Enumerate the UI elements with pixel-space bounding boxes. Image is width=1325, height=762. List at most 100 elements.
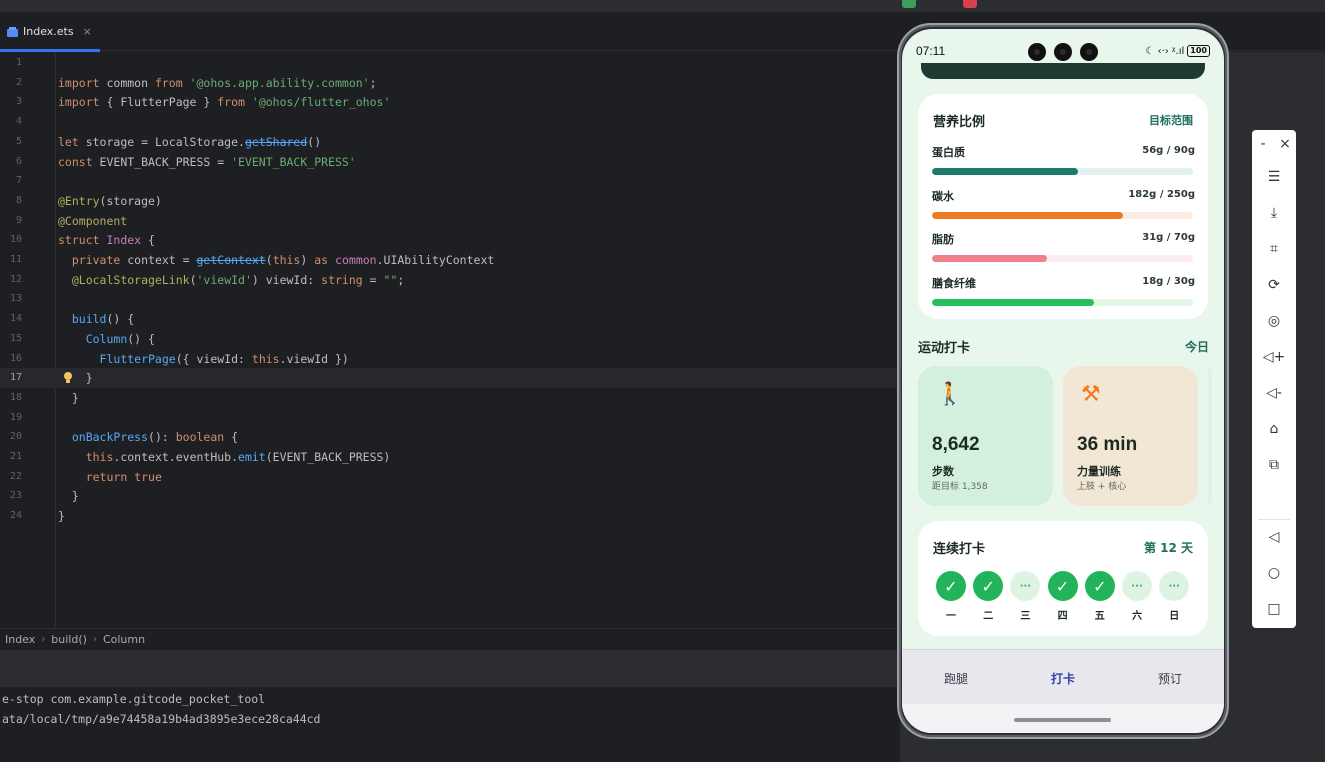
code-text: } (58, 509, 65, 524)
code-line[interactable]: 15 Column() { (0, 329, 900, 349)
code-line[interactable]: 14 build() { (0, 309, 900, 329)
line-number: 8 (15, 194, 22, 206)
line-number: 23 (9, 490, 22, 502)
code-line[interactable]: 2 import common from '@ohos.app.ability.c… (0, 73, 900, 93)
code-line[interactable]: 20 onBackPress(): boolean { (0, 427, 900, 447)
volume-down-icon[interactable]: ◁- (1252, 382, 1296, 404)
menu-icon[interactable]: ☰ (1252, 166, 1296, 188)
code-editor[interactable]: 1 2 import common from '@ohos.app.ability.… (0, 52, 900, 628)
breadcrumb-item[interactable]: build() (51, 633, 87, 646)
nav-item[interactable]: 打卡 (1051, 670, 1075, 687)
code-line[interactable]: 21 this.context.eventHub.emit(EVENT_BACK… (0, 447, 900, 467)
code-line[interactable]: 18 } (0, 388, 900, 408)
code-line[interactable]: 1 (0, 53, 900, 73)
code-line[interactable]: 17 } (0, 368, 900, 389)
line-number: 15 (9, 332, 22, 344)
code-line[interactable]: 4 (0, 112, 900, 132)
exercise-card[interactable]: ⚒ 36 min 力量训练 上肢 + 核心 (1063, 366, 1198, 506)
nutrient-progress-bar (932, 255, 1193, 262)
code-line[interactable]: 11 private context = getContext(this) as… (0, 250, 900, 270)
breadcrumb-item[interactable]: Index (5, 633, 35, 646)
code-line[interactable]: 6 const EVENT_BACK_PRESS = 'EVENT_BACK_PR… (0, 152, 900, 172)
screenshot-off-icon[interactable]: ⤓ (1252, 202, 1296, 224)
volume-up-icon[interactable]: ◁+ (1252, 346, 1296, 368)
code-line[interactable]: 3 import { FlutterPage } from '@ohos/flut… (0, 92, 900, 112)
nutrient-progress-fill (932, 255, 1047, 262)
stop-icon[interactable] (963, 0, 977, 8)
minimize-button[interactable]: - (1252, 133, 1274, 155)
line-number: 4 (15, 116, 22, 128)
close-icon[interactable]: × (1274, 133, 1296, 155)
nutrient-label: 脂肪 (932, 233, 954, 246)
code-line[interactable]: 23 } (0, 486, 900, 506)
breadcrumb-item[interactable]: Column (103, 633, 145, 646)
emulator-toolbar: - × ☰ ⤓ ⌗ ⟳ ◎ ◁+ ◁- ⌂ ⧉ ◁ ○ □ (1252, 130, 1296, 628)
crop-icon[interactable]: ⌗ (1252, 238, 1296, 260)
exercise-subtitle: 距目标 1,358 (932, 482, 988, 492)
run-status-icon[interactable] (902, 0, 916, 8)
code-text: build() { (71, 312, 135, 327)
multi-device-icon[interactable]: ⧉ (1252, 454, 1296, 476)
line-number: 1 (15, 57, 22, 68)
code-line[interactable]: 8 @Entry(storage) (0, 191, 900, 211)
record-icon[interactable]: ◎ (1252, 310, 1296, 332)
shake-icon[interactable]: ⌂ (1252, 418, 1296, 440)
tab-close-icon[interactable]: × (83, 25, 92, 38)
line-number: 7 (15, 175, 22, 187)
exercise-subtitle: 上肢 + 核心 (1077, 482, 1127, 492)
exercise-card[interactable]: 🚶 8,642 步数 距目标 1,358 (918, 366, 1053, 506)
code-line[interactable]: 10 struct Index { (0, 230, 900, 250)
nutrition-title: 营养比例 (933, 115, 986, 130)
signal-icons: ☾ ‹·› ᵡ.ıl (1145, 45, 1185, 57)
run-console[interactable]: e-stop com.example.gitcode_pocket_tool a… (0, 688, 900, 762)
line-number: 16 (9, 352, 22, 364)
code-line[interactable]: 13 (0, 289, 900, 309)
code-line[interactable]: 19 (0, 408, 900, 428)
nutrient-progress-bar (932, 168, 1193, 175)
check-icon[interactable]: ✓ (936, 571, 966, 601)
previous-card-edge (921, 63, 1205, 79)
line-number: 24 (9, 510, 22, 522)
today-link[interactable]: 今日 (1185, 338, 1209, 355)
exercise-label: 步数 (932, 465, 954, 478)
check-icon[interactable]: ✓ (1084, 571, 1115, 601)
nav-item[interactable]: 预订 (1158, 670, 1182, 687)
code-line[interactable]: 9 @Component (0, 211, 900, 231)
code-line[interactable]: 7 (0, 171, 900, 191)
phone-screen[interactable]: 07:11 ☾ ‹·› ᵡ.ıl 100 营养比例 目标范围 运动打卡 今日 连… (902, 29, 1224, 733)
pending-icon[interactable]: ··· (1159, 571, 1190, 601)
streak-title: 连续打卡 (933, 542, 986, 557)
code-line[interactable]: 16 FlutterPage({ viewId: this.viewId }) (0, 349, 900, 369)
nav-item[interactable]: 跑腿 (944, 670, 968, 687)
code-line[interactable]: 12 @LocalStorageLink('viewId') viewId: s… (0, 270, 900, 290)
exercise-value: 36 min (1077, 434, 1138, 455)
line-number: 3 (15, 96, 22, 108)
pending-icon[interactable]: ··· (1122, 571, 1152, 601)
code-line[interactable]: 24} (0, 506, 900, 526)
line-number: 19 (9, 411, 22, 423)
line-number: 11 (9, 254, 22, 265)
code-line[interactable]: 22 return true (0, 467, 900, 487)
exercise-value: 8,642 (932, 434, 980, 455)
back-icon[interactable]: ◁ (1252, 526, 1296, 548)
exercise-title: 运动打卡 (918, 341, 971, 356)
recents-icon[interactable]: □ (1252, 598, 1296, 620)
tab-label: Index.ets (23, 25, 74, 38)
weekday-label: 三 (1020, 611, 1031, 622)
target-range-link[interactable]: 目标范围 (1149, 112, 1193, 128)
code-text: private context = getContext(this) as co… (71, 253, 495, 267)
home-indicator[interactable] (1014, 718, 1111, 722)
weekday-label: 五 (1094, 611, 1105, 622)
code-line[interactable]: 5 let storage = LocalStorage.getShared() (0, 132, 900, 152)
rotate-icon[interactable]: ⟳ (1252, 274, 1296, 296)
tab-index-ets[interactable]: Index.ets × (0, 12, 100, 52)
home-icon[interactable]: ○ (1252, 562, 1296, 584)
nutrient-label: 碳水 (932, 189, 954, 203)
camera-icon (1028, 43, 1046, 61)
status-icons: ☾ ‹·› ᵡ.ıl 100 (1145, 45, 1210, 57)
code-text: onBackPress(): boolean { (71, 430, 239, 445)
check-icon[interactable]: ✓ (973, 571, 1004, 601)
line-number: 21 (9, 451, 22, 462)
nutrient-label: 膳食纤维 (932, 276, 976, 290)
check-icon[interactable]: ✓ (1047, 571, 1078, 601)
